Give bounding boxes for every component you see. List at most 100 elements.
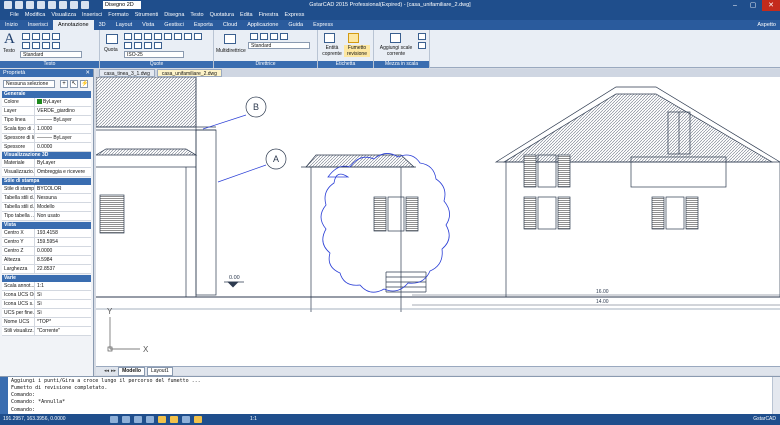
property-row[interactable]: Tabella stili d... Nessuna [2,194,91,203]
property-row[interactable]: Icona UCS s... Sì [2,300,91,309]
scale-text-icon[interactable] [32,42,40,49]
property-row[interactable]: Spessore 0.0000 [2,143,91,152]
section-header[interactable]: Visualizzazione 3D [2,152,91,159]
polar-toggle-icon[interactable] [146,416,154,423]
tab-vista[interactable]: Vista [137,20,159,30]
property-row[interactable]: Altezza 8.5984 [2,256,91,265]
property-row[interactable]: Colore ByLayer [2,98,91,107]
menu-strumenti[interactable]: Strumenti [135,11,159,20]
tab-annotazione[interactable]: Annotazione [53,20,94,30]
property-row[interactable]: Icona UCS On Sì [2,291,91,300]
arc-length-icon[interactable] [164,33,172,40]
appearance-menu[interactable]: Aspetto [757,20,776,30]
angular-dim-icon[interactable] [134,33,142,40]
single-line-text-icon[interactable] [22,33,30,40]
property-row[interactable]: Stili visualizz... "Corrente" [2,327,91,336]
model-toggle-icon[interactable] [194,416,202,423]
dim-update-icon[interactable] [154,42,162,49]
dimension-style-select[interactable]: ISO-25 [124,51,184,58]
ordinate-dim-icon[interactable] [174,33,182,40]
tab-layout1[interactable]: Layout1 [146,366,173,376]
menu-disegna[interactable]: Disegna [164,11,184,20]
snap-toggle-icon[interactable] [110,416,118,423]
selection-select[interactable]: Nessuna selezione [3,80,55,88]
tab-esporta[interactable]: Esporta [189,20,218,30]
property-row[interactable]: Larghezza 22.8537 [2,265,91,274]
property-row[interactable]: Nome UCS *TOP* [2,318,91,327]
add-scale-icon[interactable] [390,33,401,43]
tab-3d[interactable]: 3D [94,20,111,30]
collect-leader-icon[interactable] [280,33,288,40]
document-tab[interactable]: casa_tinea_3_1.dwg [99,69,155,77]
wipeout-icon[interactable] [324,33,335,43]
property-row[interactable]: Materiale ByLayer [2,159,91,168]
find-text-icon[interactable] [42,33,50,40]
linear-dimension-icon[interactable] [106,34,118,44]
tab-express[interactable]: Express [308,20,338,30]
command-input[interactable]: Comando: [11,406,35,414]
spell-check-icon[interactable] [52,33,60,40]
property-row[interactable]: Scala tipo di ... 1.0000 [2,125,91,134]
minimize-button[interactable]: – [726,0,744,11]
drawing-canvas[interactable]: B A 0.00 16.00 14.00 X Y [96,77,780,366]
grid-toggle-icon[interactable] [122,416,130,423]
property-row[interactable]: Tipo tabella ... Non usato [2,212,91,221]
property-row[interactable]: Tipo linea ——— ByLayer [2,116,91,125]
property-row[interactable]: UCS per fine... Sì [2,309,91,318]
text-align-icon[interactable] [22,42,30,49]
radius-dim-icon[interactable] [144,33,152,40]
quick-select-icon[interactable]: ⚡ [80,80,88,88]
center-mark-icon[interactable] [124,42,132,49]
tab-cloud[interactable]: Cloud [218,20,242,30]
menu-inserisci[interactable]: Inserisci [82,11,102,20]
close-panel-icon[interactable]: ✕ [85,69,90,77]
align-leader-icon[interactable] [270,33,278,40]
command-window-grip[interactable] [0,377,8,415]
property-row[interactable]: Tabella stili d... Modello [2,203,91,212]
revision-cloud-button-label[interactable]: Fumetto revisione [344,45,370,57]
property-row[interactable]: Stile di stampa BYCOLOR [2,185,91,194]
section-header[interactable]: Vista [2,222,91,229]
add-leader-icon[interactable] [250,33,258,40]
property-row[interactable]: Centro Z 0.0000 [2,247,91,256]
property-row[interactable]: Centro Y 159.5954 [2,238,91,247]
ortho-toggle-icon[interactable] [134,416,142,423]
multileader-icon[interactable] [224,34,236,44]
text-style-icon[interactable] [52,42,60,49]
dim-edit-icon[interactable] [144,42,152,49]
section-header[interactable]: Generale [2,91,91,98]
close-button[interactable]: ✕ [762,0,780,11]
tab-inizio[interactable]: Inizio [0,20,23,30]
menu-visualizza[interactable]: Visualizza [51,11,76,20]
tab-nav-last-icon[interactable]: ▸▸ [111,368,116,374]
remove-leader-icon[interactable] [260,33,268,40]
toggle-pickadd-icon[interactable]: + [60,80,68,88]
section-header[interactable]: Stile di stampa [2,178,91,185]
text-frame-icon[interactable] [42,42,50,49]
multileader-button-label[interactable]: Multidirettrice [216,48,246,54]
menu-finestra[interactable]: Finestra [259,11,279,20]
document-tab-active[interactable]: casa_unifamiliare_2.dwg [156,69,222,77]
otrack-toggle-icon[interactable] [170,416,178,423]
section-header[interactable]: Varie [2,275,91,282]
tolerance-icon[interactable] [134,42,142,49]
diameter-dim-icon[interactable] [154,33,162,40]
tab-inserisci[interactable]: Inserisci [23,20,53,30]
property-row[interactable]: Scala annot... 1:1 [2,282,91,291]
menu-quotatura[interactable]: Quotatura [210,11,234,20]
lineweight-toggle-icon[interactable] [182,416,190,423]
property-row[interactable]: Layer VERDE_giardino [2,107,91,116]
osnap-toggle-icon[interactable] [158,416,166,423]
scale-list-icon[interactable] [418,33,426,40]
tab-guida[interactable]: Guida [283,20,308,30]
menu-edita[interactable]: Edita [240,11,253,20]
revision-cloud-icon[interactable] [348,33,359,43]
multileader-style-select[interactable]: Standard [248,42,310,49]
menu-formato[interactable]: Formato [108,11,128,20]
wipeout-button-label[interactable]: Entità coprente [321,45,343,57]
multiline-text-icon[interactable]: A [4,31,15,48]
property-row[interactable]: Spessore di li... ——— ByLayer [2,134,91,143]
maximize-button[interactable]: ▢ [744,0,762,11]
tab-gestisci[interactable]: Gestisci [159,20,189,30]
tab-applicazione[interactable]: Applicazione [242,20,283,30]
